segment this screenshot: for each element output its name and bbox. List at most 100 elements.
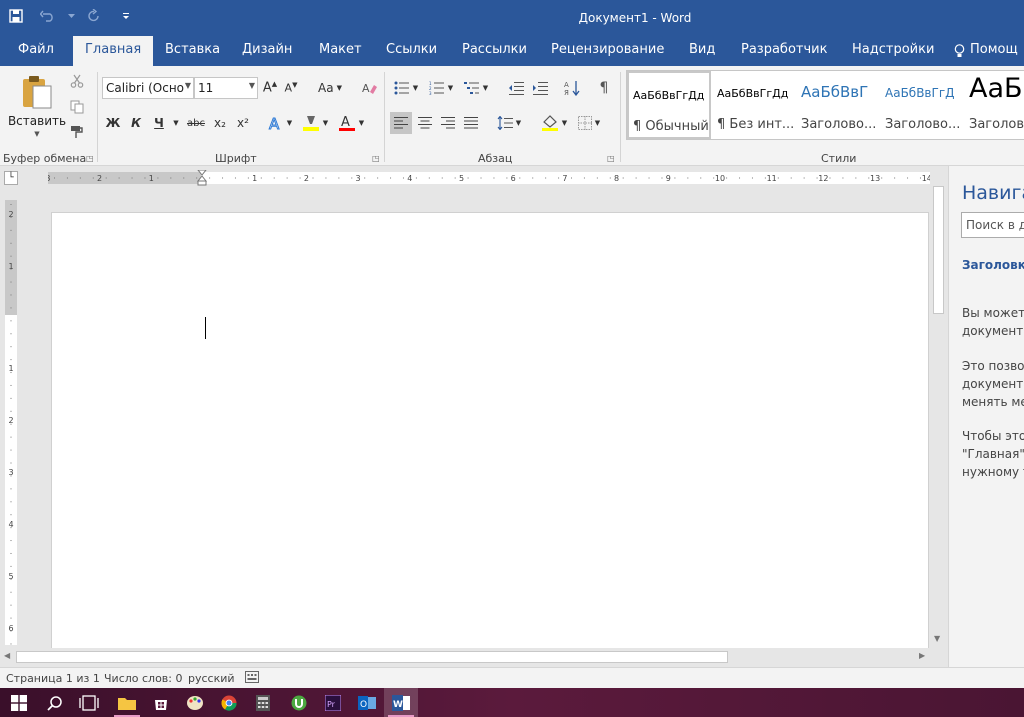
style-sample: АаБбВвГгД	[885, 86, 955, 100]
start-button[interactable]	[2, 688, 36, 717]
tab-references[interactable]: Ссылки	[374, 36, 449, 66]
style-title[interactable]: АаБ Заголов	[965, 71, 1024, 139]
justify-button[interactable]	[460, 112, 482, 134]
style-normal[interactable]: АаБбВвГгДд ¶ Обычный	[627, 71, 711, 139]
tab-addins[interactable]: Надстройки	[840, 36, 946, 66]
subscript-button[interactable]: x₂	[210, 112, 230, 134]
taskbar-word[interactable]: W	[384, 688, 418, 717]
document-page[interactable]	[51, 212, 929, 648]
tab-view[interactable]: Вид	[677, 36, 727, 66]
ruler-tick	[829, 177, 831, 179]
taskbar-premiere[interactable]: Pr	[316, 688, 350, 717]
underline-dropdown[interactable]: ▼	[170, 112, 182, 134]
multilevel-list-button[interactable]: ▼	[460, 77, 492, 99]
tab-help[interactable]: Помощ	[948, 36, 1024, 66]
scroll-thumb[interactable]	[16, 651, 728, 663]
ruler-tick	[687, 177, 689, 179]
underline-button[interactable]: Ч	[150, 112, 168, 134]
font-color-button[interactable]: A ▼	[334, 112, 368, 134]
tab-design[interactable]: Дизайн	[230, 36, 304, 66]
shrink-font-button[interactable]: A▼	[282, 77, 300, 99]
clipboard-launcher-icon[interactable]: ◳	[86, 154, 94, 163]
ruler-tick	[583, 177, 585, 179]
scroll-down-icon[interactable]: ▼	[934, 634, 940, 643]
ruler-tick	[10, 333, 12, 335]
word-count[interactable]: Число слов: 0	[104, 672, 183, 685]
tab-insert[interactable]: Вставка	[153, 36, 232, 66]
tab-review[interactable]: Рецензирование	[539, 36, 676, 66]
paragraph-launcher-icon[interactable]: ◳	[607, 154, 615, 163]
language-indicator[interactable]: русский	[188, 672, 235, 685]
ruler-tick	[596, 177, 598, 179]
align-left-button[interactable]	[390, 112, 412, 134]
vertical-ruler[interactable]: 2 1 1 2 3 4 5 6	[5, 200, 17, 645]
chevron-down-icon: ▼	[561, 119, 568, 127]
font-launcher-icon[interactable]: ◳	[372, 154, 380, 163]
tab-layout[interactable]: Макет	[307, 36, 374, 66]
vertical-scrollbar[interactable]: ▼	[930, 180, 947, 648]
superscript-button[interactable]: x²	[233, 112, 253, 134]
change-case-button[interactable]: Aa ▼	[313, 77, 347, 99]
shading-button[interactable]: ▼	[537, 112, 571, 134]
taskbar-store[interactable]	[144, 688, 178, 717]
format-painter-button[interactable]	[66, 121, 88, 143]
highlight-button[interactable]: ▼	[298, 112, 332, 134]
taskbar-file-explorer[interactable]	[110, 688, 144, 717]
scroll-right-icon[interactable]: ▶	[919, 651, 925, 660]
style-heading-2[interactable]: АаБбВвГгД Заголово...	[881, 71, 965, 139]
page-count[interactable]: Страница 1 из 1	[6, 672, 100, 685]
ruler-tick	[144, 177, 146, 179]
tab-file[interactable]: Файл	[6, 36, 66, 66]
task-view-button[interactable]	[72, 688, 106, 717]
grow-font-button[interactable]: A▲	[261, 77, 279, 99]
ruler-number: 2	[304, 174, 309, 183]
tab-selector[interactable]: └	[4, 171, 18, 185]
paste-button[interactable]: Вставить ▼	[8, 70, 66, 142]
font-size-combo[interactable]: 11 ▼	[194, 77, 258, 99]
horizontal-scrollbar[interactable]: ◀ ▶	[0, 648, 948, 667]
tab-mailings[interactable]: Рассылки	[450, 36, 539, 66]
line-spacing-button[interactable]: ▼	[492, 112, 526, 134]
decrease-indent-button[interactable]	[505, 77, 527, 99]
tab-developer[interactable]: Разработчик	[729, 36, 839, 66]
increase-indent-button[interactable]	[529, 77, 551, 99]
taskbar-utorrent[interactable]	[282, 688, 316, 717]
italic-button[interactable]: К	[127, 112, 145, 134]
cut-button[interactable]	[66, 70, 88, 92]
taskbar-paint-app[interactable]	[178, 688, 212, 717]
font-name-combo[interactable]: Calibri (Осно ▼	[102, 77, 194, 99]
macro-recording-icon[interactable]	[245, 671, 259, 686]
bold-button[interactable]: Ж	[104, 112, 122, 134]
tab-home[interactable]: Главная	[73, 36, 154, 66]
search-button[interactable]	[38, 688, 72, 717]
numbering-button[interactable]: 123 ▼	[425, 77, 457, 99]
chevron-down-icon: ▼	[412, 84, 419, 92]
scroll-left-icon[interactable]: ◀	[4, 651, 10, 660]
style-no-spacing[interactable]: АаБбВвГгДд ¶ Без инт...	[713, 71, 797, 139]
copy-button[interactable]	[66, 96, 88, 118]
bullets-button[interactable]: ▼	[390, 77, 422, 99]
align-center-button[interactable]	[414, 112, 436, 134]
text-effects-button[interactable]: A ▼	[264, 112, 296, 134]
ruler-number: 4	[407, 174, 412, 183]
style-heading-1[interactable]: АаБбВвГ Заголово...	[797, 71, 881, 139]
navigation-headings-tab[interactable]: Заголовк	[962, 258, 1024, 272]
ruler-tick	[10, 229, 12, 231]
ruler-number: 1	[149, 174, 154, 183]
show-marks-button[interactable]: ¶	[593, 77, 615, 99]
ruler-tick	[907, 177, 909, 179]
borders-icon	[577, 116, 592, 130]
taskbar-calculator[interactable]	[246, 688, 280, 717]
horizontal-ruler[interactable]: 3211234567891011121314	[48, 170, 930, 186]
align-right-button[interactable]	[437, 112, 459, 134]
clear-formatting-button[interactable]: A	[359, 77, 381, 99]
taskbar-chrome[interactable]	[212, 688, 246, 717]
navigation-search-input[interactable]: Поиск в до	[961, 212, 1024, 238]
borders-button[interactable]: ▼	[572, 112, 606, 134]
strikethrough-button[interactable]: abc	[185, 112, 207, 134]
taskbar-outlook[interactable]: O	[350, 688, 384, 717]
scroll-thumb[interactable]	[933, 186, 944, 314]
indent-marker-icon[interactable]	[197, 170, 207, 186]
sort-button[interactable]: AЯ	[561, 77, 583, 99]
ruler-tick	[54, 177, 55, 179]
